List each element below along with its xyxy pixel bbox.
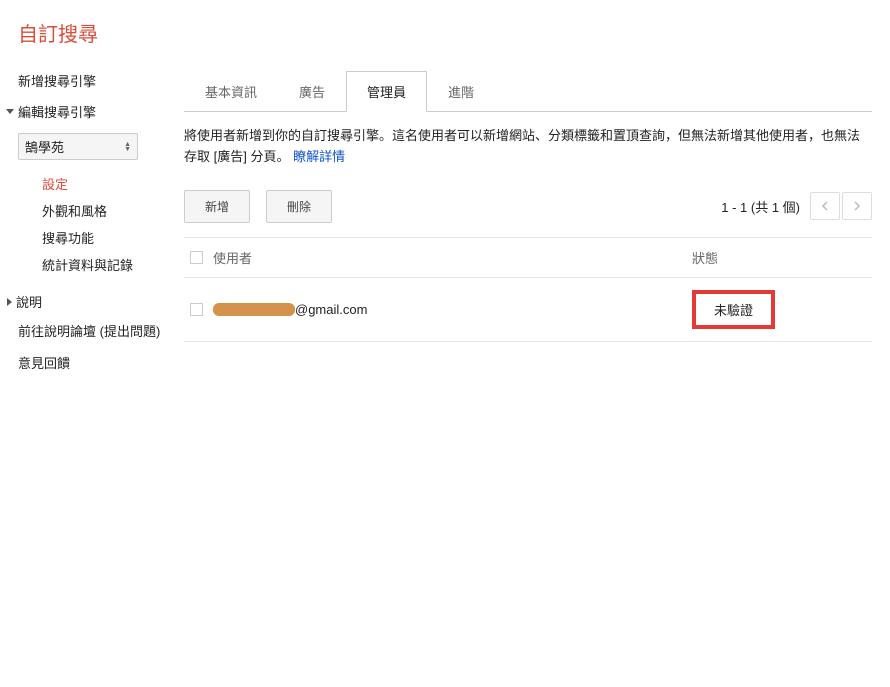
tabs: 基本資訊 廣告 管理員 進階 <box>184 71 872 112</box>
sidebar-item-forum[interactable]: 前往說明論壇 (提出問題) <box>18 317 168 347</box>
select-arrows-icon: ▲▼ <box>124 142 131 152</box>
table-header: 使用者 狀態 <box>184 237 872 278</box>
next-page-button[interactable] <box>842 192 872 220</box>
tab-ads[interactable]: 廣告 <box>278 71 346 112</box>
prev-page-button[interactable] <box>810 192 840 220</box>
page-title: 自訂搜尋 <box>0 0 890 65</box>
description-text: 將使用者新增到你的自訂搜尋引擎。這名使用者可以新增網站、分類標籤和置頂查詢，但無… <box>184 112 872 182</box>
sidebar-item-edit-engine[interactable]: 編輯搜尋引擎 <box>6 96 168 127</box>
sidebar-sub-search-features[interactable]: 搜尋功能 <box>42 224 168 251</box>
tab-advanced[interactable]: 進階 <box>427 71 495 112</box>
learn-more-link[interactable]: 瞭解詳情 <box>293 149 345 164</box>
col-header-status: 狀態 <box>692 248 872 267</box>
chevron-left-icon <box>821 201 829 211</box>
add-button[interactable]: 新增 <box>184 190 250 223</box>
sidebar-sub-statistics[interactable]: 統計資料與記錄 <box>42 251 168 278</box>
caret-down-icon <box>6 109 14 114</box>
description-body: 將使用者新增到你的自訂搜尋引擎。這名使用者可以新增網站、分類標籤和置頂查詢，但無… <box>184 128 860 164</box>
table-row: @gmail.com 未驗證 <box>184 278 872 342</box>
email-redacted-block <box>213 303 295 316</box>
sidebar-sub-appearance[interactable]: 外觀和風格 <box>42 197 168 224</box>
sidebar-help-label: 說明 <box>16 292 42 311</box>
engine-select-value: 鵠學苑 <box>25 137 64 156</box>
status-badge: 未驗證 <box>692 290 775 329</box>
main-content: 基本資訊 廣告 管理員 進階 將使用者新增到你的自訂搜尋引擎。這名使用者可以新增… <box>168 65 890 378</box>
col-header-user: 使用者 <box>213 248 252 267</box>
email-suffix: @gmail.com <box>295 302 367 317</box>
engine-select-dropdown[interactable]: 鵠學苑 ▲▼ <box>18 133 138 160</box>
sidebar: 新增搜尋引擎 編輯搜尋引擎 鵠學苑 ▲▼ 設定 外觀和風格 搜尋功能 統計資料與… <box>0 65 168 378</box>
select-all-checkbox[interactable] <box>190 251 203 264</box>
row-checkbox[interactable] <box>190 303 203 316</box>
sidebar-sub-settings[interactable]: 設定 <box>42 170 168 197</box>
chevron-right-icon <box>853 201 861 211</box>
caret-right-icon <box>7 298 12 306</box>
sidebar-edit-label: 編輯搜尋引擎 <box>18 102 96 121</box>
sidebar-item-help[interactable]: 說明 <box>6 286 168 317</box>
delete-button[interactable]: 刪除 <box>266 190 332 223</box>
tab-basic[interactable]: 基本資訊 <box>184 71 278 112</box>
pagination: 1 - 1 (共 1 個) <box>721 192 872 220</box>
sidebar-item-feedback[interactable]: 意見回饋 <box>18 347 168 378</box>
sidebar-item-add-engine[interactable]: 新增搜尋引擎 <box>18 65 168 96</box>
pagination-text: 1 - 1 (共 1 個) <box>721 197 800 216</box>
tab-admins[interactable]: 管理員 <box>346 71 427 112</box>
toolbar: 新增 刪除 1 - 1 (共 1 個) <box>184 182 872 237</box>
